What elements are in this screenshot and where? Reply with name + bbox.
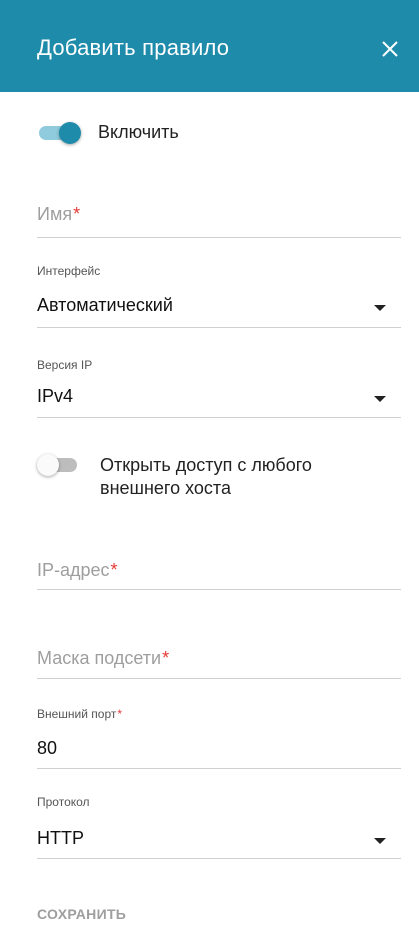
protocol-underline xyxy=(37,858,401,859)
ip-version-underline xyxy=(37,417,401,418)
interface-chevron-down-icon[interactable] xyxy=(374,305,386,311)
open-access-toggle-thumb xyxy=(37,454,59,476)
subnet-mask-underline xyxy=(37,678,401,679)
protocol-select[interactable] xyxy=(37,818,401,858)
interface-label: Интерфейс xyxy=(37,264,101,278)
external-port-label-text: Внешний порт xyxy=(37,707,117,721)
external-port-input[interactable]: 80 xyxy=(37,738,57,759)
enable-label: Включить xyxy=(98,122,179,142)
name-field[interactable]: Имя* xyxy=(37,204,80,225)
ip-address-underline xyxy=(37,589,401,590)
ip-version-select[interactable] xyxy=(37,376,401,418)
close-icon xyxy=(382,41,398,57)
save-button[interactable]: СОХРАНИТЬ xyxy=(37,906,126,922)
dialog-title: Добавить правило xyxy=(37,35,230,60)
protocol-chevron-down-icon[interactable] xyxy=(374,838,386,844)
ip-address-placeholder: IP-адрес xyxy=(37,560,110,580)
protocol-label: Протокол xyxy=(37,795,90,809)
ip-version-chevron-down-icon[interactable] xyxy=(374,396,386,402)
close-button[interactable] xyxy=(379,38,401,60)
name-field-underline xyxy=(37,237,401,238)
add-rule-dialog: Добавить правило Включить Имя* Интерфейс… xyxy=(0,0,419,927)
subnet-mask-field[interactable]: Маска подсети* xyxy=(37,648,169,669)
ip-address-required-mark: * xyxy=(110,560,118,580)
enable-toggle-thumb xyxy=(59,122,81,144)
ip-version-label: Версия IP xyxy=(37,358,93,372)
interface-select[interactable] xyxy=(37,285,401,327)
open-access-toggle[interactable] xyxy=(37,452,81,478)
interface-underline xyxy=(37,327,401,328)
external-port-underline xyxy=(37,768,401,769)
dialog-header: Добавить правило xyxy=(0,0,419,92)
enable-toggle[interactable] xyxy=(37,120,81,146)
subnet-mask-required-mark: * xyxy=(162,648,170,668)
open-access-label-line2: внешнего хоста xyxy=(100,478,231,498)
open-access-label-line1: Открыть доступ с любого xyxy=(100,455,312,475)
subnet-mask-placeholder: Маска подсети xyxy=(37,648,162,668)
name-placeholder: Имя xyxy=(37,204,73,224)
external-port-label: Внешний порт* xyxy=(37,707,122,721)
external-port-required-mark: * xyxy=(117,707,123,721)
ip-address-field[interactable]: IP-адрес* xyxy=(37,560,118,581)
name-required-mark: * xyxy=(73,204,81,224)
